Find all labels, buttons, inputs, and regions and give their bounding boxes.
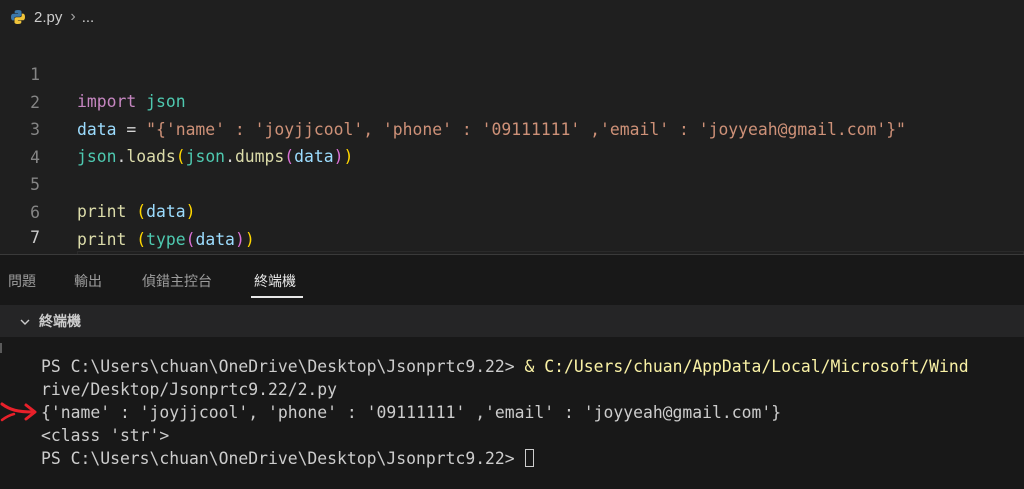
breadcrumb: 2.py › ... [0, 0, 1024, 34]
code-line[interactable]: 1 import json [0, 34, 1024, 111]
terminal-section-header[interactable]: 終端機 [0, 305, 1024, 337]
code-token: ) [244, 229, 255, 249]
code-line[interactable]: 5 print (data) [0, 144, 1024, 221]
code-line[interactable]: 6 print (type(data)) [0, 172, 1024, 249]
tab-terminal[interactable]: 終端機 [254, 271, 296, 291]
code-line[interactable]: 4 [0, 117, 1024, 167]
terminal-line: rive/Desktop/Jsonprtc9.22/2.py [41, 380, 338, 399]
tab-problems[interactable]: 問題 [8, 271, 36, 291]
active-tab-indicator [251, 296, 303, 298]
terminal-command-path: C:/Users/chuan/AppData/Local/Microsoft/W… [544, 357, 969, 376]
python-file-icon [10, 9, 26, 25]
tab-debug-console[interactable]: 偵錯主控台 [142, 271, 212, 291]
terminal-title: 終端機 [39, 313, 81, 329]
terminal-line: PS C:\Users\chuan\OneDrive\Desktop\Jsonp… [41, 355, 969, 378]
code-token: ( [136, 229, 147, 249]
chevron-right-icon: › [70, 8, 76, 25]
chevron-down-icon[interactable] [19, 315, 31, 327]
terminal-prompt: PS C:\Users\chuan\OneDrive\Desktop\Jsonp… [41, 449, 525, 468]
code-line[interactable]: 3 json.loads(json.dumps(data)) [0, 89, 1024, 166]
code-token: ( [185, 229, 196, 249]
panel-tabs: 問題 輸出 偵錯主控台 終端機 [0, 255, 1024, 305]
code-token: data [195, 229, 235, 249]
terminal-output[interactable]: PS C:\Users\chuan\OneDrive\Desktop\Jsonp… [0, 337, 1024, 489]
code-token: type [146, 229, 186, 249]
terminal-prompt: PS C:\Users\chuan\OneDrive\Desktop\Jsonp… [41, 357, 525, 376]
terminal-output-type: <class 'str'> [41, 426, 170, 445]
breadcrumb-more[interactable]: ... [82, 9, 95, 26]
tab-output[interactable]: 輸出 [74, 271, 102, 291]
terminal-output-dict: {'name' : 'joyjjcool', 'phone' : '091111… [41, 403, 782, 422]
breadcrumb-file[interactable]: 2.py [34, 9, 62, 26]
code-text: print (type(data)) [77, 226, 255, 253]
code-token: print [77, 229, 127, 249]
code-token: ) [234, 229, 245, 249]
red-arrow-icon [0, 402, 37, 422]
terminal-cursor [524, 449, 534, 467]
code-line[interactable]: 2 data = "{'name' : 'joyjjcool', 'phone'… [0, 62, 1024, 139]
code-editor[interactable]: 1 import json 2 data = "{'name' : 'joyjj… [0, 34, 1024, 278]
line-number: 7 [30, 228, 40, 247]
code-line-current[interactable]: 7 [0, 197, 1024, 278]
terminal-line: PS C:\Users\chuan\OneDrive\Desktop\Jsonp… [41, 447, 534, 470]
terminal-amp: & [524, 357, 545, 376]
